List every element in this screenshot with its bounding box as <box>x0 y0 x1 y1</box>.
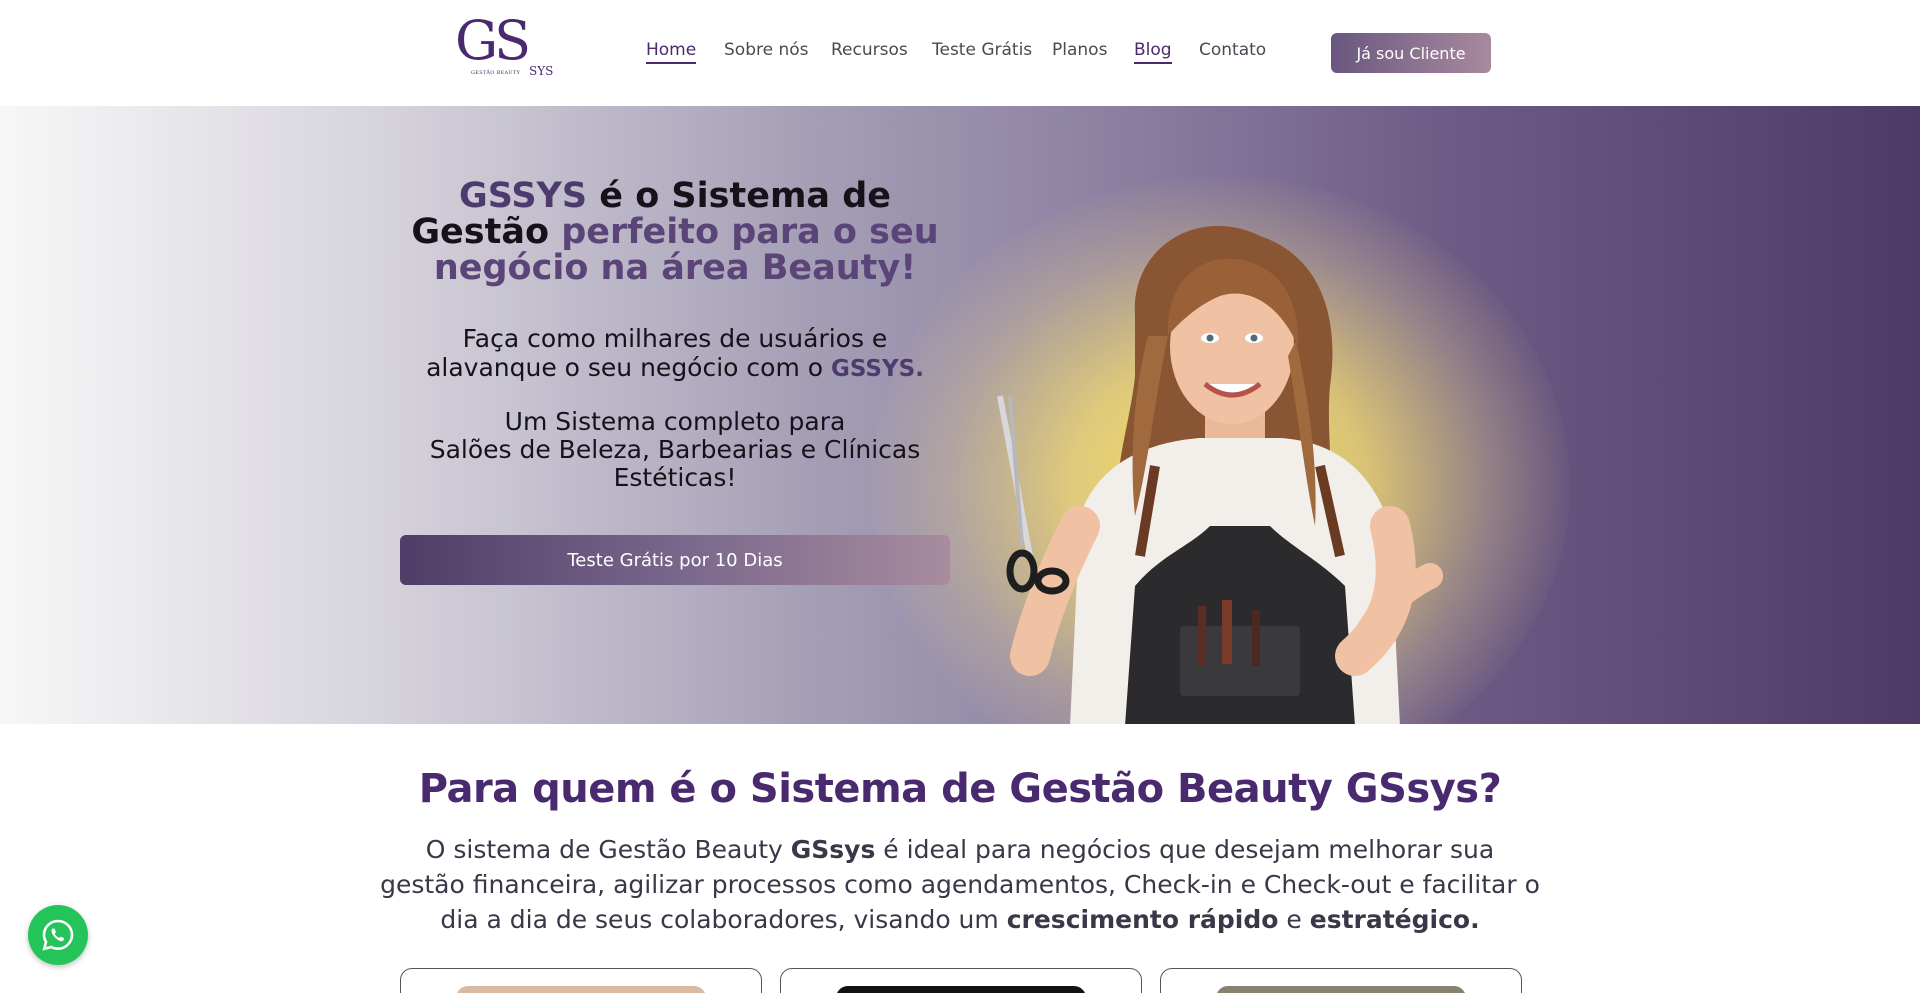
hero-paragraph-2-line2: Salões de Beleza, Barbearias e Clínicas … <box>429 435 921 492</box>
section-description-brand: GSsys <box>790 835 876 864</box>
card-thumbnail <box>1216 986 1466 993</box>
site-header: GS GESTÃO BEAUTY SYS Home Sobre nós Recu… <box>0 0 1920 106</box>
hero-title-brand: GSSYS <box>458 176 588 216</box>
feature-card-salons[interactable] <box>400 968 762 993</box>
section-description-bold2: estratégico. <box>1309 905 1480 934</box>
card-thumbnail <box>456 986 706 993</box>
logo-mark: GS <box>455 9 531 72</box>
hero-paragraph-1: Faça como milhares de usuários e alavanq… <box>400 324 950 384</box>
card-thumbnail <box>836 986 1086 993</box>
hero-paragraph-1-text: Faça como milhares de usuários e alavanq… <box>426 324 888 382</box>
logo-suffix: SYS <box>529 64 554 78</box>
feature-card-clinics[interactable] <box>1160 968 1522 993</box>
hero-paragraph-1-brand: GSSYS. <box>831 356 924 382</box>
section-description-bold1: crescimento rápido <box>1006 905 1279 934</box>
nav-sobre-nos[interactable]: Sobre nós <box>724 40 809 60</box>
feature-card-barbershops[interactable] <box>780 968 1142 993</box>
hairdresser-image <box>997 226 1443 724</box>
hero-paragraph-2: Um Sistema completo para Salões de Belez… <box>400 408 950 492</box>
gssys-logo[interactable]: GS GESTÃO BEAUTY SYS <box>455 14 555 80</box>
nav-home[interactable]: Home <box>646 40 697 64</box>
free-trial-button[interactable]: Teste Grátis por 10 Dias <box>400 535 950 585</box>
whatsapp-button[interactable] <box>28 905 88 965</box>
section-title: Para quem é o Sistema de Gestão Beauty G… <box>418 766 1502 812</box>
section-description: O sistema de Gestão Beauty GSsys é ideal… <box>380 832 1540 937</box>
nav-teste-gratis[interactable]: Teste Grátis <box>932 40 1032 60</box>
nav-recursos[interactable]: Recursos <box>831 40 908 60</box>
hero-section: GSSYS é o Sistema de Gestão perfeito par… <box>0 106 1920 724</box>
nav-contato[interactable]: Contato <box>1199 40 1266 60</box>
section-description-part1: O sistema de Gestão Beauty <box>425 835 791 864</box>
nav-blog[interactable]: Blog <box>1134 40 1172 64</box>
section-description-part3: e <box>1278 905 1310 934</box>
logo-tagline: GESTÃO BEAUTY <box>471 70 521 76</box>
client-login-button[interactable]: Já sou Cliente <box>1331 33 1491 73</box>
whatsapp-icon <box>42 919 74 951</box>
hero-paragraph-2-line1: Um Sistema completo para <box>504 407 846 436</box>
nav-planos[interactable]: Planos <box>1052 40 1107 60</box>
hero-title: GSSYS é o Sistema de Gestão perfeito par… <box>400 178 950 286</box>
